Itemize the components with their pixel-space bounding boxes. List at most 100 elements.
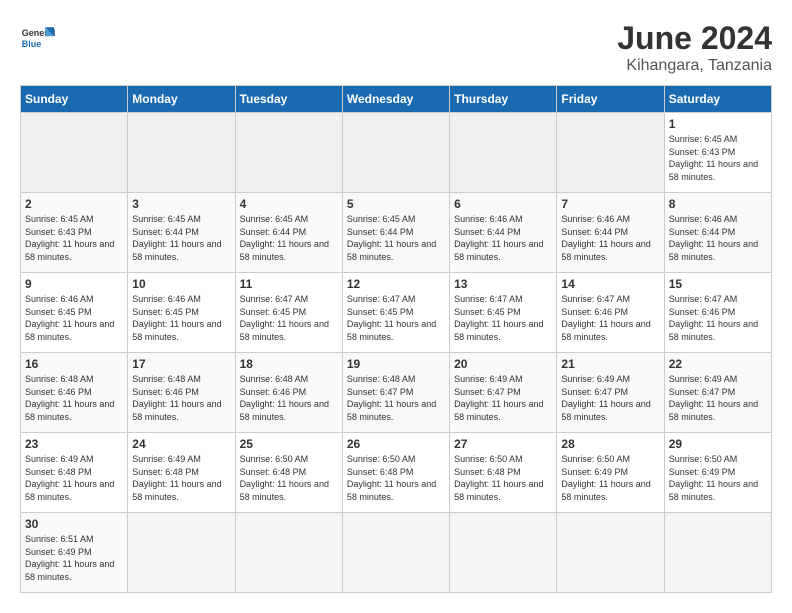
day-number: 22 [669,357,767,371]
day-number: 4 [240,197,338,211]
day-info: Sunrise: 6:45 AMSunset: 6:44 PMDaylight:… [347,213,445,263]
calendar-day: 12 Sunrise: 6:47 AMSunset: 6:45 PMDayligh… [342,273,449,353]
day-number: 16 [25,357,123,371]
calendar-day [128,113,235,193]
calendar-day: 24 Sunrise: 6:49 AMSunset: 6:48 PMDayligh… [128,433,235,513]
day-info: Sunrise: 6:46 AMSunset: 6:44 PMDaylight:… [669,213,767,263]
day-number: 23 [25,437,123,451]
calendar-week-5: 23 Sunrise: 6:49 AMSunset: 6:48 PMDayligh… [21,433,772,513]
day-number: 7 [561,197,659,211]
calendar-day: 19 Sunrise: 6:48 AMSunset: 6:47 PMDayligh… [342,353,449,433]
calendar-table: SundayMondayTuesdayWednesdayThursdayFrid… [20,85,772,593]
calendar-day [664,513,771,593]
calendar-day: 6 Sunrise: 6:46 AMSunset: 6:44 PMDaylight… [450,193,557,273]
weekday-header-thursday: Thursday [450,86,557,113]
day-info: Sunrise: 6:47 AMSunset: 6:45 PMDaylight:… [347,293,445,343]
calendar-day [235,513,342,593]
day-info: Sunrise: 6:49 AMSunset: 6:47 PMDaylight:… [669,373,767,423]
weekday-header-monday: Monday [128,86,235,113]
day-info: Sunrise: 6:47 AMSunset: 6:45 PMDaylight:… [454,293,552,343]
day-info: Sunrise: 6:46 AMSunset: 6:45 PMDaylight:… [132,293,230,343]
calendar-day [450,113,557,193]
calendar-day: 18Sunrise: 6:48 AMSunset: 6:46 PMDayligh… [235,353,342,433]
day-number: 6 [454,197,552,211]
day-info: Sunrise: 6:47 AMSunset: 6:46 PMDaylight:… [561,293,659,343]
day-number: 20 [454,357,552,371]
day-number: 24 [132,437,230,451]
day-number: 9 [25,277,123,291]
calendar-day: 28Sunrise: 6:50 AMSunset: 6:49 PMDayligh… [557,433,664,513]
day-number: 26 [347,437,445,451]
weekday-header-friday: Friday [557,86,664,113]
day-info: Sunrise: 6:48 AMSunset: 6:46 PMDaylight:… [25,373,123,423]
day-number: 30 [25,517,123,531]
day-info: Sunrise: 6:48 AMSunset: 6:47 PMDaylight:… [347,373,445,423]
calendar-day [128,513,235,593]
location-subtitle: Kihangara, Tanzania [617,57,772,75]
calendar-day: 5Sunrise: 6:45 AMSunset: 6:44 PMDaylight… [342,193,449,273]
day-number: 10 [132,277,230,291]
day-info: Sunrise: 6:45 AMSunset: 6:44 PMDaylight:… [132,213,230,263]
calendar-day [557,513,664,593]
calendar-day [450,513,557,593]
calendar-day [342,513,449,593]
day-number: 2 [25,197,123,211]
calendar-day: 7Sunrise: 6:46 AMSunset: 6:44 PMDaylight… [557,193,664,273]
day-number: 11 [240,277,338,291]
day-number: 13 [454,277,552,291]
calendar-day: 9Sunrise: 6:46 AMSunset: 6:45 PMDaylight… [21,273,128,353]
calendar-day: 4Sunrise: 6:45 AMSunset: 6:44 PMDaylight… [235,193,342,273]
day-info: Sunrise: 6:45 AMSunset: 6:43 PMDaylight:… [669,133,767,183]
calendar-day: 23Sunrise: 6:49 AMSunset: 6:48 PMDayligh… [21,433,128,513]
calendar-day: 1 Sunrise: 6:45 AMSunset: 6:43 PMDaylight… [664,113,771,193]
calendar-day: 11Sunrise: 6:47 AMSunset: 6:45 PMDayligh… [235,273,342,353]
day-number: 29 [669,437,767,451]
day-number: 19 [347,357,445,371]
calendar-day: 27Sunrise: 6:50 AMSunset: 6:48 PMDayligh… [450,433,557,513]
weekday-header-row: SundayMondayTuesdayWednesdayThursdayFrid… [21,86,772,113]
calendar-day: 25Sunrise: 6:50 AMSunset: 6:48 PMDayligh… [235,433,342,513]
day-info: Sunrise: 6:49 AMSunset: 6:47 PMDaylight:… [454,373,552,423]
svg-text:Blue: Blue [22,39,42,49]
day-number: 18 [240,357,338,371]
calendar-day: 8 Sunrise: 6:46 AMSunset: 6:44 PMDaylight… [664,193,771,273]
calendar-day: 29Sunrise: 6:50 AMSunset: 6:49 PMDayligh… [664,433,771,513]
day-info: Sunrise: 6:46 AMSunset: 6:44 PMDaylight:… [454,213,552,263]
calendar-day [342,113,449,193]
calendar-day: 14Sunrise: 6:47 AMSunset: 6:46 PMDayligh… [557,273,664,353]
calendar-day: 22 Sunrise: 6:49 AMSunset: 6:47 PMDayligh… [664,353,771,433]
day-number: 15 [669,277,767,291]
calendar-day: 16 Sunrise: 6:48 AMSunset: 6:46 PMDayligh… [21,353,128,433]
weekday-header-saturday: Saturday [664,86,771,113]
title-area: June 2024 Kihangara, Tanzania [617,20,772,75]
page-header: General Blue June 2024 Kihangara, Tanzan… [20,20,772,75]
day-info: Sunrise: 6:51 AMSunset: 6:49 PMDaylight:… [25,533,123,583]
calendar-week-6: 30 Sunrise: 6:51 AMSunset: 6:49 PMDayligh… [21,513,772,593]
calendar-day: 13 Sunrise: 6:47 AMSunset: 6:45 PMDayligh… [450,273,557,353]
day-number: 17 [132,357,230,371]
day-info: Sunrise: 6:50 AMSunset: 6:48 PMDaylight:… [347,453,445,503]
calendar-week-4: 16 Sunrise: 6:48 AMSunset: 6:46 PMDayligh… [21,353,772,433]
calendar-day: 10 Sunrise: 6:46 AMSunset: 6:45 PMDayligh… [128,273,235,353]
day-number: 21 [561,357,659,371]
day-info: Sunrise: 6:49 AMSunset: 6:48 PMDaylight:… [132,453,230,503]
calendar-day: 3 Sunrise: 6:45 AMSunset: 6:44 PMDaylight… [128,193,235,273]
calendar-week-1: 1 Sunrise: 6:45 AMSunset: 6:43 PMDaylight… [21,113,772,193]
calendar-day [557,113,664,193]
weekday-header-tuesday: Tuesday [235,86,342,113]
calendar-week-2: 2 Sunrise: 6:45 AMSunset: 6:43 PMDaylight… [21,193,772,273]
day-info: Sunrise: 6:48 AMSunset: 6:46 PMDaylight:… [132,373,230,423]
month-year-title: June 2024 [617,20,772,57]
day-number: 3 [132,197,230,211]
day-number: 8 [669,197,767,211]
day-number: 1 [669,117,767,131]
weekday-header-sunday: Sunday [21,86,128,113]
day-info: Sunrise: 6:50 AMSunset: 6:49 PMDaylight:… [561,453,659,503]
day-info: Sunrise: 6:45 AMSunset: 6:43 PMDaylight:… [25,213,123,263]
day-number: 27 [454,437,552,451]
generalblue-logo-icon: General Blue [20,20,56,56]
calendar-day: 26 Sunrise: 6:50 AMSunset: 6:48 PMDayligh… [342,433,449,513]
day-info: Sunrise: 6:49 AMSunset: 6:47 PMDaylight:… [561,373,659,423]
day-number: 12 [347,277,445,291]
calendar-day [21,113,128,193]
